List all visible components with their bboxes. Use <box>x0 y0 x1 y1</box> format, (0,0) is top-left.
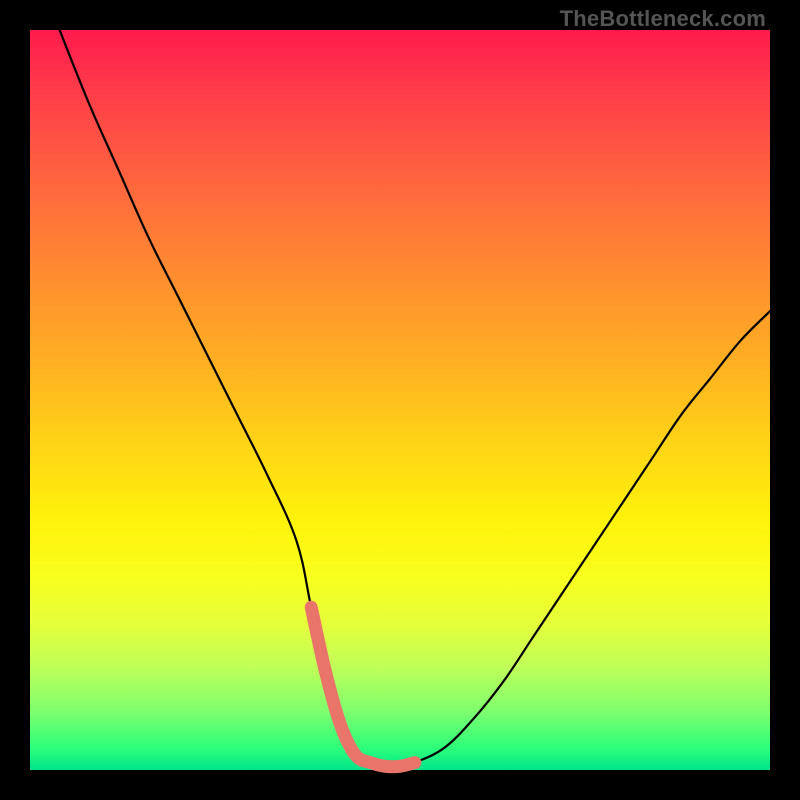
plot-area <box>30 30 770 770</box>
bottleneck-curve <box>60 30 770 767</box>
plateau-highlight <box>311 607 415 767</box>
curve-svg <box>30 30 770 770</box>
watermark-label: TheBottleneck.com <box>560 6 766 32</box>
chart-frame: TheBottleneck.com <box>0 0 800 800</box>
